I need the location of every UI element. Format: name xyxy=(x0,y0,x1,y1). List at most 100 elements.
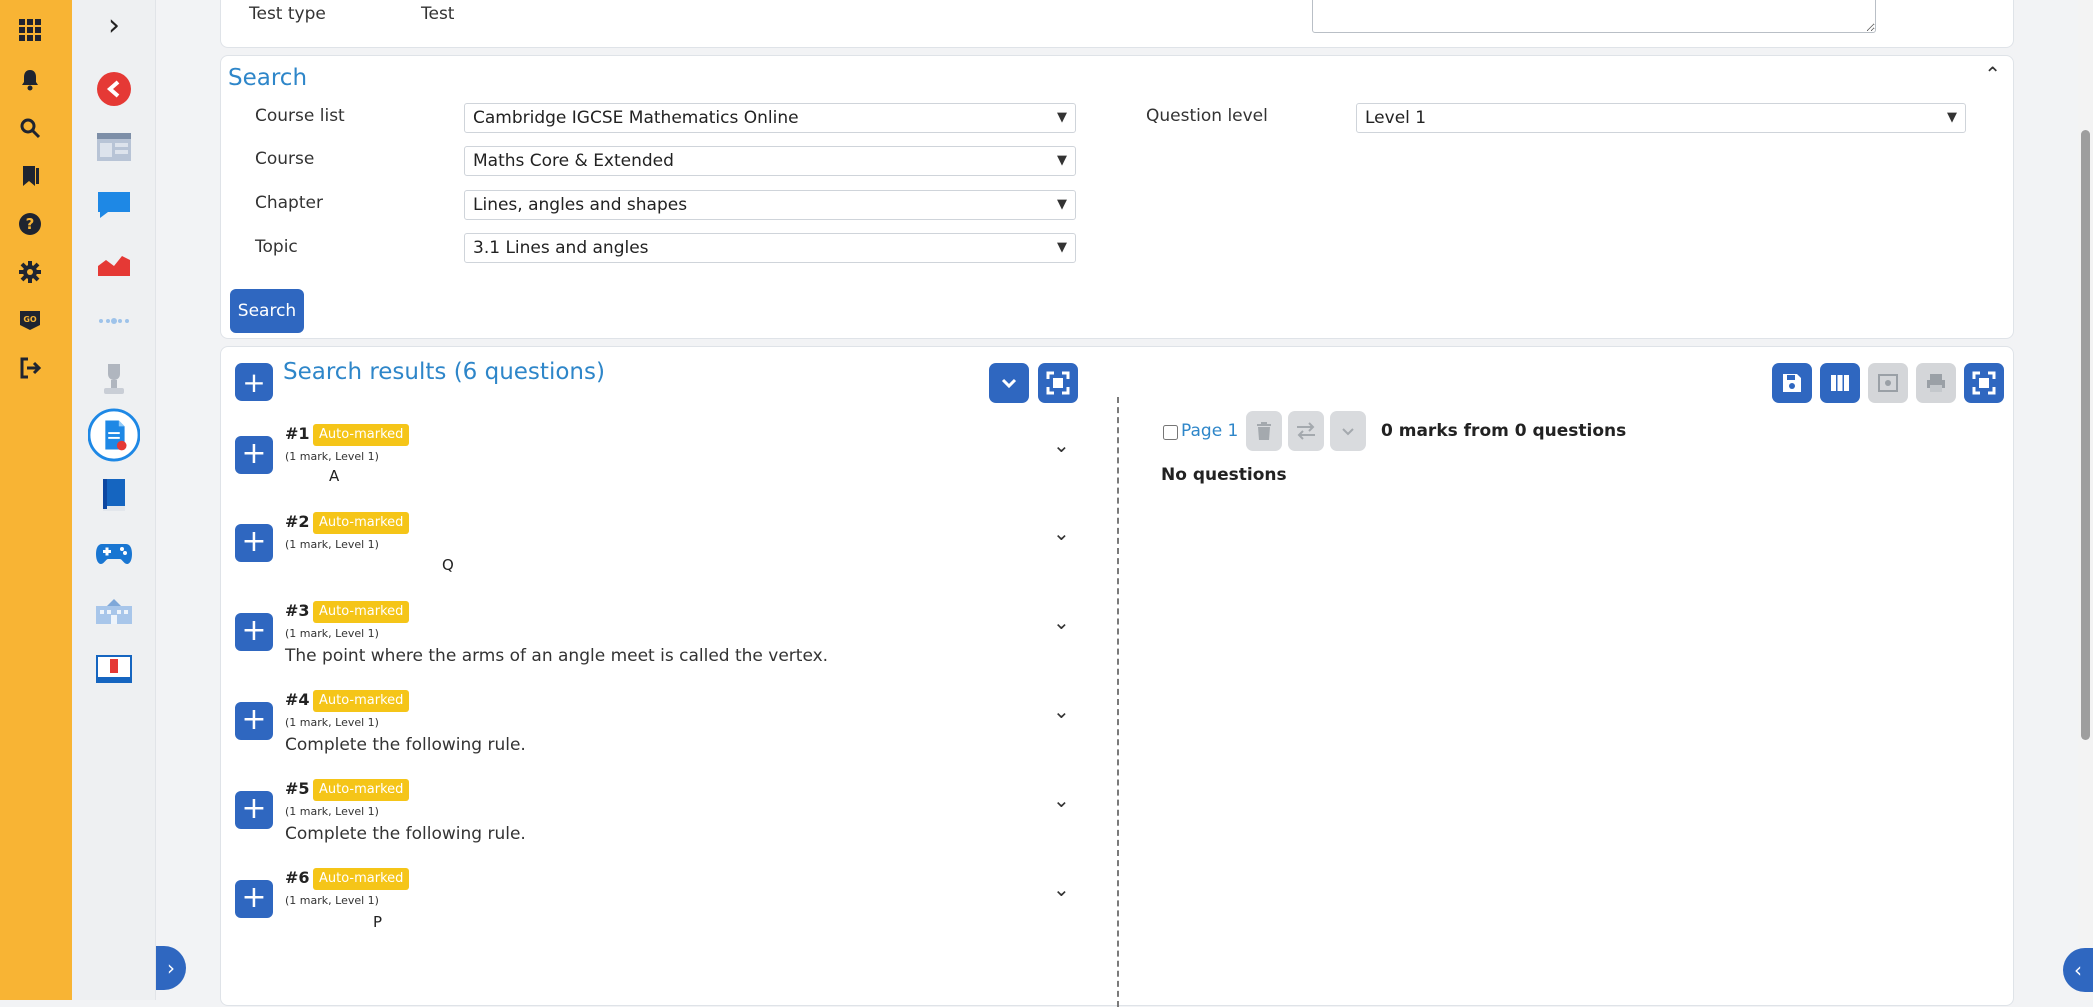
page-scrollbar[interactable] xyxy=(2078,0,2093,1000)
fullscreen-results-button[interactable] xyxy=(1038,363,1078,403)
page-checkbox[interactable] xyxy=(1163,425,1178,440)
chevron-down-icon: ▼ xyxy=(1947,110,1957,125)
apps-grid-icon[interactable] xyxy=(14,14,46,46)
page-dropdown-button[interactable] xyxy=(1330,411,1366,451)
print-button[interactable] xyxy=(1916,363,1956,403)
no-questions-text: No questions xyxy=(1161,465,1287,485)
question-number: #6 xyxy=(285,868,310,887)
add-question-button[interactable]: + xyxy=(235,524,273,562)
question-meta: (1 mark, Level 1) xyxy=(285,627,379,640)
school-icon[interactable] xyxy=(88,588,140,634)
add-all-button[interactable]: + xyxy=(235,363,273,401)
chapter-label: Chapter xyxy=(255,193,323,213)
search-icon[interactable] xyxy=(14,112,46,144)
auto-marked-badge: Auto-marked xyxy=(313,512,410,534)
fullscreen-test-button[interactable] xyxy=(1964,363,2004,403)
collapse-chevron-up-icon[interactable]: ⌃ xyxy=(1984,62,2001,86)
expand-question-chevron-icon[interactable]: ⌄ xyxy=(1053,433,1070,457)
chevron-down-icon: ▼ xyxy=(1057,153,1067,168)
question-text: The point where the arms of an angle mee… xyxy=(285,646,829,666)
progress-icon[interactable] xyxy=(88,298,140,344)
app-rail: ? GO xyxy=(0,0,72,1000)
chevron-down-icon: ▼ xyxy=(1057,240,1067,255)
dashboard-icon[interactable] xyxy=(88,124,140,170)
test-settings-card: Test type Test xyxy=(220,0,2014,48)
question-level-label: Question level xyxy=(1146,106,1268,126)
auto-marked-badge: Auto-marked xyxy=(313,690,410,712)
logout-icon[interactable] xyxy=(14,352,46,384)
columns-button[interactable] xyxy=(1820,363,1860,403)
chevron-down-icon: ▼ xyxy=(1057,110,1067,125)
book-icon[interactable] xyxy=(88,472,140,518)
save-button[interactable] xyxy=(1772,363,1812,403)
chevron-down-icon xyxy=(1342,428,1354,436)
delete-button[interactable] xyxy=(1246,411,1282,451)
question-text: Complete the following rule. xyxy=(285,824,526,844)
results-card: + Search results (6 questions) + #1 Auto… xyxy=(220,346,2014,1007)
expand-question-chevron-icon[interactable]: ⌄ xyxy=(1053,521,1070,545)
expand-question-chevron-icon[interactable]: ⌄ xyxy=(1053,699,1070,723)
add-question-button[interactable]: + xyxy=(235,436,273,474)
expand-question-chevron-icon[interactable]: ⌄ xyxy=(1053,788,1070,812)
reorder-button[interactable] xyxy=(1288,411,1324,451)
expand-sidebar-button[interactable]: › xyxy=(94,8,134,44)
question-number: #1 xyxy=(285,424,310,443)
panel-divider xyxy=(1117,397,1119,1007)
right-panel-toggle[interactable]: ‹ xyxy=(2063,948,2093,992)
question-number: #5 xyxy=(285,779,310,798)
auto-marked-badge: Auto-marked xyxy=(313,868,410,890)
topic-label: Topic xyxy=(255,237,298,257)
description-textarea[interactable] xyxy=(1312,0,1876,33)
chapter-value: Lines, angles and shapes xyxy=(473,195,688,215)
swap-icon xyxy=(1297,422,1315,440)
trophy-icon[interactable] xyxy=(88,356,140,402)
id-card-icon[interactable] xyxy=(88,646,140,692)
gamepad-icon[interactable] xyxy=(88,530,140,576)
auto-marked-badge: Auto-marked xyxy=(313,424,410,446)
scrollbar-thumb[interactable] xyxy=(2081,130,2090,740)
page-link[interactable]: Page 1 xyxy=(1181,421,1238,441)
expand-question-chevron-icon[interactable]: ⌄ xyxy=(1053,877,1070,901)
auto-marked-badge: Auto-marked xyxy=(313,779,410,801)
question-level-select[interactable]: Level 1 ▼ xyxy=(1356,103,1966,133)
course-list-select[interactable]: Cambridge IGCSE Mathematics Online ▼ xyxy=(464,103,1076,133)
bell-icon[interactable] xyxy=(14,64,46,96)
question-figure-label: P xyxy=(373,913,383,931)
add-question-button[interactable]: + xyxy=(235,702,273,740)
question-meta: (1 mark, Level 1) xyxy=(285,894,379,907)
marks-summary: 0 marks from 0 questions xyxy=(1381,421,1627,441)
chapter-select[interactable]: Lines, angles and shapes ▼ xyxy=(464,190,1076,220)
fullscreen-icon xyxy=(1972,371,1996,395)
add-question-button[interactable]: + xyxy=(235,791,273,829)
question-meta: (1 mark, Level 1) xyxy=(285,805,379,818)
question-meta: (1 mark, Level 1) xyxy=(285,538,379,551)
question-figure-label: Q xyxy=(442,556,454,574)
expand-question-chevron-icon[interactable]: ⌄ xyxy=(1053,610,1070,634)
gear-icon[interactable] xyxy=(14,256,46,288)
question-figure-label: A xyxy=(329,467,340,485)
search-button[interactable]: Search xyxy=(230,289,304,333)
help-icon[interactable]: ? xyxy=(14,208,46,240)
question-text: Complete the following rule. xyxy=(285,735,526,755)
preview-icon xyxy=(1878,374,1898,392)
topic-select[interactable]: 3.1 Lines and angles ▼ xyxy=(464,233,1076,263)
course-select[interactable]: Maths Core & Extended ▼ xyxy=(464,146,1076,176)
preview-button[interactable] xyxy=(1868,363,1908,403)
back-icon[interactable] xyxy=(88,66,140,112)
document-icon[interactable] xyxy=(88,408,140,462)
columns-icon xyxy=(1831,375,1849,391)
chat-icon[interactable] xyxy=(88,182,140,228)
question-meta: (1 mark, Level 1) xyxy=(285,450,379,463)
chart-icon[interactable] xyxy=(88,240,140,286)
collapse-all-button[interactable] xyxy=(989,363,1029,403)
search-card: Search ⌃ Course list Cambridge IGCSE Mat… xyxy=(220,55,2014,339)
add-question-button[interactable]: + xyxy=(235,613,273,651)
go-icon[interactable]: GO xyxy=(14,304,46,336)
add-question-button[interactable]: + xyxy=(235,880,273,918)
bookmark-icon[interactable] xyxy=(14,160,46,192)
collapse-panel-toggle[interactable]: › xyxy=(156,946,186,990)
test-type-value: Test xyxy=(421,4,455,24)
course-label: Course xyxy=(255,149,315,169)
course-list-value: Cambridge IGCSE Mathematics Online xyxy=(473,108,799,128)
question-number: #3 xyxy=(285,601,310,620)
